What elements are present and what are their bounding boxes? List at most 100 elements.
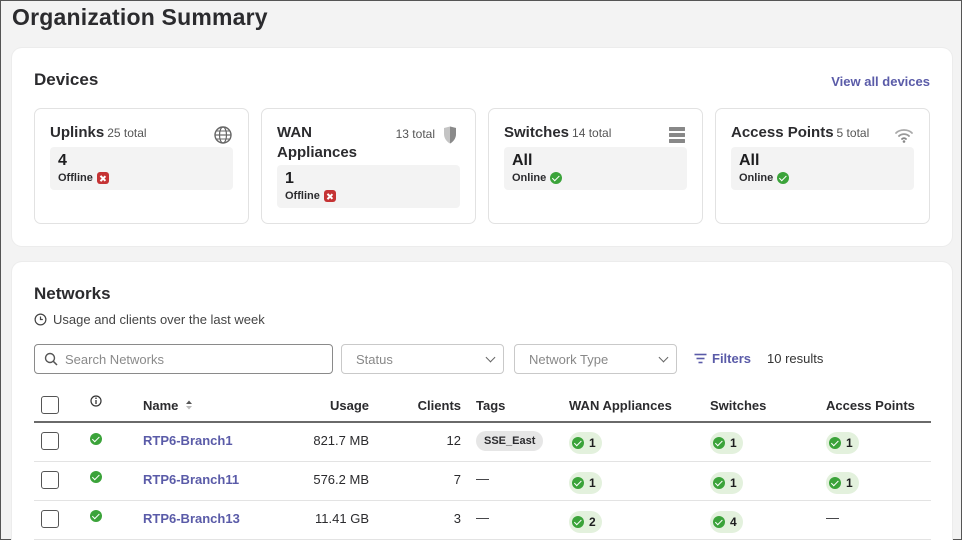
network-name-link[interactable]: RTP6-Branch13 (143, 511, 240, 526)
aps-count-badge[interactable]: 1 (826, 432, 859, 454)
network-type-select[interactable]: Network Type (514, 344, 677, 374)
networks-card: Networks Usage and clients over the last… (12, 262, 952, 540)
wan-count-badge[interactable]: 1 (569, 472, 602, 494)
devices-card: Devices View all devices Uplinks 25 total… (12, 48, 952, 246)
uplinks-tile[interactable]: Uplinks 25 total 4 Offline (34, 108, 249, 224)
access-points-value: All (739, 152, 760, 169)
wan-appliances-tile-total: 13 total (395, 127, 435, 141)
uplinks-value: 4 (58, 152, 67, 169)
column-header-name[interactable]: Name (143, 398, 193, 413)
access-points-tile-total: 5 total (836, 126, 870, 140)
clients-cell: 12 (446, 433, 461, 448)
switches-count-badge[interactable]: 4 (710, 511, 743, 533)
switches-count: 1 (730, 476, 737, 490)
column-header-tags: Tags (476, 398, 506, 413)
status-select[interactable]: Status (341, 344, 504, 374)
wan-count: 1 (589, 476, 596, 490)
tag-cell: — (476, 510, 489, 525)
online-icon (777, 172, 790, 184)
column-header-wan-appliances: WAN Appliances (569, 398, 672, 413)
devices-title: Devices (34, 70, 99, 89)
networks-title: Networks (34, 284, 111, 303)
filter-icon (694, 353, 707, 364)
network-name-link[interactable]: RTP6-Branch11 (143, 472, 239, 487)
check-icon (829, 477, 841, 489)
check-icon (713, 477, 725, 489)
usage-cell: 11.41 GB (315, 511, 369, 526)
column-header-access-points: Access Points (826, 398, 915, 413)
check-icon (713, 437, 725, 449)
row-checkbox[interactable] (41, 510, 59, 528)
wifi-icon (895, 129, 913, 143)
search-icon (44, 352, 58, 366)
wan-appliances-tile-name: WAN Appliances (277, 124, 358, 161)
page-title: Organization Summary (12, 4, 268, 30)
usage-cell: 821.7 MB (313, 433, 369, 448)
wan-count-badge[interactable]: 1 (569, 432, 602, 454)
wan-appliances-value: 1 (285, 170, 294, 187)
check-icon (572, 516, 584, 528)
filters-button[interactable]: Filters (694, 351, 751, 366)
view-all-devices-link[interactable]: View all devices (831, 74, 930, 89)
results-count: 10 results (767, 351, 824, 366)
column-header-clients: Clients (417, 398, 461, 413)
access-points-tile-name: Access Points (731, 124, 834, 141)
chevron-down-icon (658, 352, 669, 363)
table-header-row: Name Usage Clients Tags WAN Appliances S… (34, 390, 931, 423)
aps-cell: — (826, 510, 839, 525)
network-name-link[interactable]: RTP6-Branch1 (143, 433, 233, 448)
filters-label: Filters (712, 351, 752, 366)
clients-cell: 3 (453, 511, 461, 526)
check-icon (713, 516, 725, 528)
check-icon (572, 437, 584, 449)
switches-status: Online (512, 172, 547, 184)
uplinks-status: Offline (58, 172, 93, 184)
clients-cell: 7 (453, 472, 461, 487)
switches-count: 1 (730, 436, 737, 450)
select-all-checkbox[interactable] (41, 396, 59, 414)
aps-count: 1 (846, 476, 853, 490)
shield-icon (444, 126, 456, 144)
table-row[interactable]: RTP6-Branch1 821.7 MB 12 SSE_East 1 1 1 (34, 423, 931, 462)
wan-count-badge[interactable]: 2 (569, 511, 602, 533)
sort-icon (186, 400, 193, 410)
switches-count-badge[interactable]: 1 (710, 472, 743, 494)
table-row[interactable]: RTP6-Branch11 576.2 MB 7 — 1 1 1 (34, 462, 931, 501)
row-checkbox[interactable] (41, 432, 59, 450)
check-icon (572, 477, 584, 489)
status-select-label: Status (356, 351, 393, 367)
status-online-icon (90, 510, 102, 522)
status-online-icon (90, 433, 102, 445)
access-points-tile[interactable]: Access Points 5 total All Online (715, 108, 930, 224)
check-icon (829, 437, 841, 449)
info-icon[interactable] (90, 395, 102, 407)
access-points-stat: All Online (731, 147, 914, 190)
uplinks-stat: 4 Offline (50, 147, 233, 190)
search-networks-input[interactable] (65, 351, 315, 367)
wan-count: 2 (589, 515, 596, 529)
switches-tile-name: Switches (504, 124, 570, 141)
search-box[interactable] (34, 344, 333, 374)
switches-tile[interactable]: Switches 14 total All Online (488, 108, 703, 224)
aps-count: 1 (846, 436, 853, 450)
table-row[interactable]: RTP6-Branch13 11.41 GB 3 — 2 4 — (34, 501, 931, 540)
switches-count: 4 (730, 515, 737, 529)
tag-cell: — (476, 471, 489, 486)
wan-appliances-stat: 1 Offline (277, 165, 460, 208)
switches-count-badge[interactable]: 1 (710, 432, 743, 454)
uplinks-tile-total: 25 total (107, 126, 147, 140)
globe-icon (214, 126, 232, 144)
tag-badge[interactable]: SSE_East (476, 431, 544, 451)
row-checkbox[interactable] (41, 471, 59, 489)
network-type-select-label: Network Type (529, 351, 609, 367)
wan-appliances-tile[interactable]: WAN Appliances 13 total 1 Offline (261, 108, 476, 224)
networks-subtitle: Usage and clients over the last week (53, 312, 265, 327)
wan-appliances-status: Offline (285, 190, 320, 202)
offline-icon (323, 190, 336, 202)
switches-value: All (512, 152, 533, 169)
aps-count-badge[interactable]: 1 (826, 472, 859, 494)
chevron-down-icon (485, 352, 496, 363)
status-online-icon (90, 471, 102, 483)
access-points-status: Online (739, 172, 774, 184)
switch-stack-icon (669, 127, 685, 143)
